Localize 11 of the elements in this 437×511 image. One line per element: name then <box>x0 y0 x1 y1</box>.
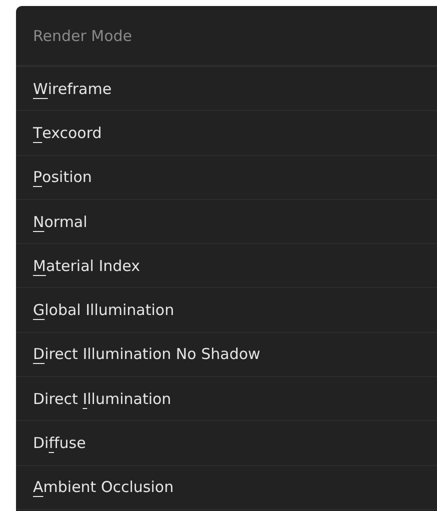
menu-item[interactable]: Diffuse <box>16 421 437 466</box>
menu-item[interactable]: Direct Illumination <box>16 377 437 422</box>
menu-item[interactable]: Position <box>16 156 437 200</box>
menu-item[interactable]: Ambient Occlusion <box>16 466 437 510</box>
menu-item[interactable]: Normal <box>16 200 437 244</box>
menu-item[interactable]: Texcoord <box>16 111 437 156</box>
menu-item[interactable]: Material Index <box>16 244 437 288</box>
menu-item[interactable]: Global Illumination <box>16 288 437 333</box>
menu-item[interactable]: Wireframe <box>16 67 437 112</box>
menu-item[interactable]: Direct Illumination No Shadow <box>16 332 437 378</box>
menu-title: Render Mode <box>16 6 437 67</box>
